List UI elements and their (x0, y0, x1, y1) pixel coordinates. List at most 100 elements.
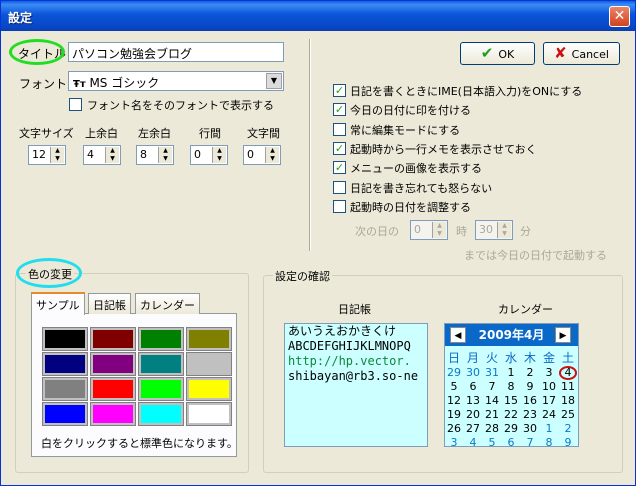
weekday-label: 月 (466, 351, 479, 365)
option-label: 日記を書くときにIME(日本語入力)をONにする (350, 85, 583, 98)
color-swatch[interactable] (138, 377, 184, 401)
calendar-preview: ◀ 2009年4月 ▶ 日月火水木金土 29 30 31 1 2 3 4 5 6 7 8 9 10 11 1… (444, 323, 579, 449)
tab-sample[interactable]: サンプル (31, 292, 85, 315)
weekday-label: 火 (485, 351, 498, 365)
color-hint: 白をクリックすると標準色になります。 (41, 437, 238, 450)
color-swatch[interactable] (90, 402, 136, 426)
calendar-day[interactable]: 6 (502, 436, 520, 449)
calendar-day[interactable]: 29 (445, 366, 463, 379)
calendar-day[interactable]: 17 (540, 394, 558, 407)
preview-line: ABCDEFGHIJKLMNOPQ (288, 339, 411, 353)
calendar-day[interactable]: 22 (502, 408, 520, 421)
calendar-day[interactable]: 27 (464, 422, 482, 435)
option-checkbox[interactable] (333, 181, 346, 194)
calendar-day[interactable]: 6 (464, 380, 482, 393)
cancel-button[interactable]: ✘ Cancel (543, 42, 620, 65)
color-swatch[interactable] (42, 327, 88, 351)
option-checkbox[interactable] (333, 161, 346, 174)
calendar-day[interactable]: 9 (559, 436, 577, 449)
calendar-day[interactable]: 13 (464, 394, 482, 407)
calendar-day[interactable]: 15 (502, 394, 520, 407)
diary-preview-label: 日記帳 (338, 303, 371, 316)
option-checkbox[interactable] (333, 123, 346, 136)
calendar-day[interactable]: 24 (540, 408, 558, 421)
settings-dialog: 設定 ✕ タイトル パソコン勉強会ブログ フォント Ŧᴛ MS ゴシック ▼ フ… (0, 0, 636, 486)
calendar-day[interactable]: 25 (559, 408, 577, 421)
calendar-day[interactable]: 12 (445, 394, 463, 407)
color-swatch[interactable] (186, 402, 232, 426)
show-font-name-label: フォント名をそのフォントで表示する (87, 99, 274, 112)
calendar-day[interactable]: 2 (559, 422, 577, 435)
calendar-day[interactable]: 8 (540, 436, 558, 449)
option-checkbox[interactable] (333, 84, 346, 97)
preview-line: shibayan@rb3.so-ne (288, 369, 419, 383)
calendar-day[interactable]: 18 (559, 394, 577, 407)
calendar-day[interactable]: 29 (502, 422, 520, 435)
calendar-day[interactable]: 7 (483, 380, 501, 393)
option-checkbox[interactable] (333, 142, 346, 155)
calendar-day[interactable]: 31 (483, 366, 501, 379)
calendar-day[interactable]: 20 (464, 408, 482, 421)
calendar-day[interactable]: 10 (540, 380, 558, 393)
checkmark-icon: ✔ (480, 44, 494, 62)
calendar-day[interactable]: 1 (540, 422, 558, 435)
option-checkbox[interactable] (333, 200, 346, 213)
option-checkbox[interactable] (333, 103, 346, 116)
date-adjust-note: までは今日の日付で起動する (464, 249, 607, 262)
chevron-down-icon[interactable]: ▼ (266, 73, 282, 89)
close-button[interactable]: ✕ (609, 6, 630, 27)
calendar-day[interactable]: 19 (445, 408, 463, 421)
color-swatch[interactable] (42, 352, 88, 376)
tab-diary[interactable]: 日記帳 (88, 293, 131, 314)
prev-month-icon[interactable]: ◀ (450, 327, 466, 343)
option-label: 今日の日付に印を付ける (350, 104, 471, 117)
calendar-day[interactable]: 26 (445, 422, 463, 435)
calendar-day[interactable]: 5 (483, 436, 501, 449)
next-day-label: 次の日の (355, 225, 399, 238)
option-label: 起動時の日付を調整する (350, 201, 471, 214)
color-swatch[interactable] (90, 352, 136, 376)
minute-spinner[interactable]: 30 ▲ ▼ (475, 220, 513, 240)
color-swatch[interactable] (186, 327, 232, 351)
calendar-day[interactable]: 30 (464, 366, 482, 379)
calendar-day[interactable]: 3 (540, 366, 558, 379)
color-swatch[interactable] (90, 377, 136, 401)
show-font-name-checkbox[interactable] (69, 98, 82, 111)
tab-calendar[interactable]: カレンダー (135, 293, 200, 314)
ok-button[interactable]: ✔ OK (460, 42, 535, 65)
option-label: 起動時から一行メモを表示させておく (350, 143, 537, 156)
left-margin-spinner[interactable]: 8 ▲ ▼ (136, 145, 174, 165)
calendar-day[interactable]: 1 (502, 366, 520, 379)
calendar-day[interactable]: 9 (521, 380, 539, 393)
top-margin-spinner[interactable]: 4 ▲ ▼ (83, 145, 121, 165)
color-swatch[interactable] (138, 327, 184, 351)
char-spacing-spinner[interactable]: 0 ▲ ▼ (243, 145, 281, 165)
calendar-day[interactable]: 8 (502, 380, 520, 393)
calendar-day[interactable]: 14 (483, 394, 501, 407)
calendar-day[interactable]: 5 (445, 380, 463, 393)
hour-spinner[interactable]: 0 ▲ ▼ (410, 220, 448, 240)
calendar-day[interactable]: 16 (521, 394, 539, 407)
calendar-day[interactable]: 21 (483, 408, 501, 421)
color-swatch[interactable] (186, 352, 232, 376)
calendar-day[interactable]: 4 (464, 436, 482, 449)
calendar-day[interactable]: 2 (521, 366, 539, 379)
calendar-day[interactable]: 23 (521, 408, 539, 421)
spinner-label-size: 文字サイズ (19, 127, 74, 140)
color-swatch[interactable] (138, 352, 184, 376)
title-input[interactable]: パソコン勉強会ブログ (68, 42, 284, 62)
line-spacing-spinner[interactable]: 0 ▲ ▼ (190, 145, 228, 165)
calendar-day[interactable]: 30 (521, 422, 539, 435)
color-swatch[interactable] (42, 377, 88, 401)
color-swatch[interactable] (42, 402, 88, 426)
calendar-day[interactable]: 7 (521, 436, 539, 449)
color-swatch[interactable] (138, 402, 184, 426)
font-size-spinner[interactable]: 12 ▲ ▼ (28, 145, 66, 165)
color-swatch[interactable] (90, 327, 136, 351)
calendar-day[interactable]: 28 (483, 422, 501, 435)
font-select[interactable]: Ŧᴛ MS ゴシック ▼ (68, 71, 284, 91)
calendar-day[interactable]: 3 (445, 436, 463, 449)
next-month-icon[interactable]: ▶ (555, 327, 571, 343)
color-swatch[interactable] (186, 377, 232, 401)
calendar-day[interactable]: 11 (559, 380, 577, 393)
